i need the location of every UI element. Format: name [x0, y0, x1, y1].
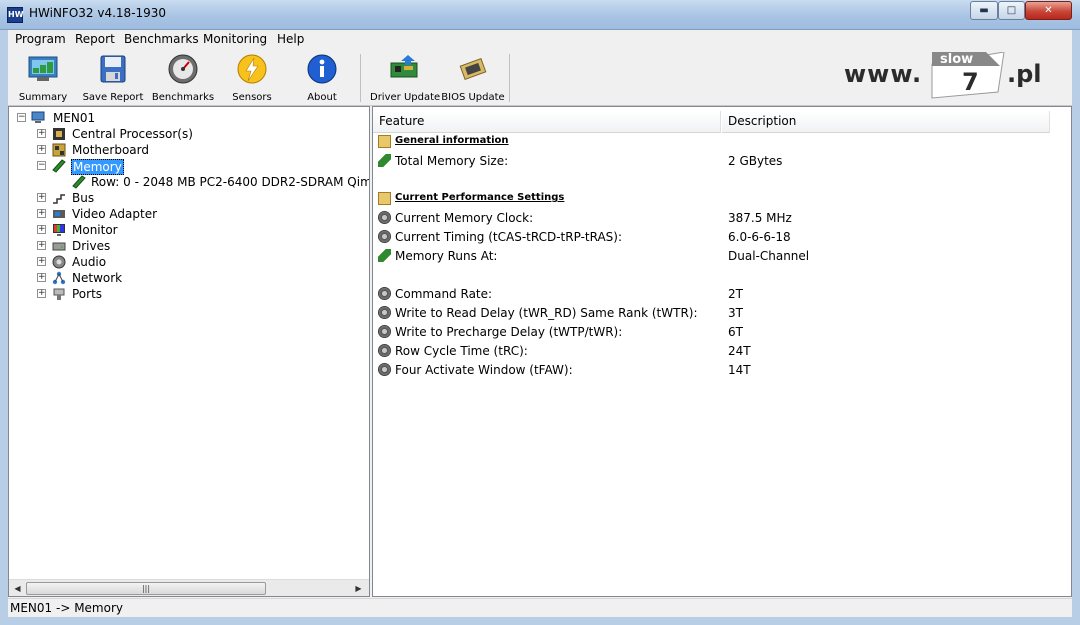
slow7-logo: www. slow 7 .pl	[844, 52, 1042, 99]
ports-icon	[53, 288, 65, 300]
network-icon	[52, 271, 66, 285]
tree-item-drives[interactable]: + Drives	[35, 238, 365, 254]
tree-item-network[interactable]: + Network	[35, 270, 365, 286]
save-icon	[97, 53, 129, 85]
expand-icon[interactable]: +	[37, 225, 46, 234]
gear-icon	[378, 344, 391, 357]
expand-icon[interactable]: +	[37, 257, 46, 266]
info-icon	[306, 53, 338, 85]
speedometer-icon	[167, 53, 199, 85]
gear-icon	[378, 230, 391, 243]
toolbar-separator	[360, 54, 361, 102]
summary-button[interactable]: Summary	[14, 52, 72, 104]
motherboard-icon	[52, 143, 66, 157]
gear-icon	[378, 306, 391, 319]
detail-row[interactable]: Current Memory Clock: 387.5 MHz	[373, 209, 1063, 228]
tree-item-cpu[interactable]: + Central Processor(s)	[35, 126, 365, 142]
toolbar: Summary Save Report Benchmarks Sensors A…	[0, 50, 1080, 106]
gear-icon	[378, 363, 391, 376]
scroll-right-icon[interactable]: ▶	[351, 582, 366, 595]
svg-text:slow: slow	[940, 52, 973, 67]
sensors-button[interactable]: Sensors	[223, 52, 281, 104]
tree-item-memory-label: Memory	[71, 159, 124, 175]
detail-row[interactable]: Current Timing (tCAS-tRCD-tRP-tRAS): 6.0…	[373, 228, 1063, 247]
tree-item-ports[interactable]: + Ports	[35, 286, 365, 302]
detail-row[interactable]: Four Activate Window (tFAW): 14T	[373, 361, 1063, 380]
lightning-icon	[236, 53, 268, 85]
note-icon	[378, 135, 391, 148]
note-icon	[378, 192, 391, 205]
expand-icon[interactable]: +	[37, 209, 46, 218]
expand-icon[interactable]: +	[37, 241, 46, 250]
menu-benchmarks[interactable]: Benchmarks	[124, 32, 199, 46]
collapse-icon[interactable]: −	[37, 161, 46, 170]
device-tree[interactable]: − MEN01 + Central Processor(s) + Motherb…	[8, 106, 370, 597]
driver-update-icon	[388, 53, 420, 85]
collapse-icon[interactable]: −	[17, 113, 26, 122]
benchmarks-button[interactable]: Benchmarks	[150, 52, 216, 104]
close-button[interactable]: ✕	[1025, 1, 1072, 20]
cpu-icon	[53, 128, 65, 140]
drives-icon	[52, 242, 66, 251]
detail-row[interactable]: Write to Read Delay (tWR_RD) Same Rank (…	[373, 304, 1063, 323]
menu-report[interactable]: Report	[75, 32, 115, 46]
tree-item-memory-row[interactable]: Row: 0 - 2048 MB PC2-6400 DDR2-SDRAM Qim…	[69, 174, 369, 190]
menu-bar: Program Report Benchmarks Monitoring Hel…	[0, 30, 1080, 50]
expand-icon[interactable]: +	[37, 129, 46, 138]
memory-icon	[378, 249, 391, 262]
tree-item-memory[interactable]: − Memory	[35, 158, 365, 175]
section-general-information[interactable]: General information	[373, 133, 1063, 152]
scroll-left-icon[interactable]: ◀	[10, 582, 25, 595]
expand-icon[interactable]: +	[37, 273, 46, 282]
audio-icon	[52, 255, 66, 269]
expand-icon[interactable]: +	[37, 193, 46, 202]
maximize-button[interactable]: □	[998, 1, 1025, 20]
tree-item-audio[interactable]: + Audio	[35, 254, 365, 270]
bus-icon	[53, 194, 65, 204]
video-adapter-icon	[53, 210, 65, 218]
tree-item-monitor[interactable]: + Monitor	[35, 222, 365, 238]
detail-row[interactable]: Total Memory Size: 2 GBytes	[373, 152, 1063, 171]
summary-icon	[27, 53, 59, 85]
section-current-performance-settings[interactable]: Current Performance Settings	[373, 190, 1063, 209]
gear-icon	[378, 325, 391, 338]
column-header-description[interactable]: Description	[722, 111, 1050, 133]
memory-module-icon	[72, 175, 86, 189]
detail-row[interactable]: Memory Runs At: Dual-Channel	[373, 247, 1063, 266]
tree-horizontal-scrollbar[interactable]: ◀ ||| ▶	[9, 579, 369, 596]
tree-item-motherboard[interactable]: + Motherboard	[35, 142, 365, 158]
bios-update-button[interactable]: BIOS Update	[440, 52, 506, 104]
detail-row[interactable]: Row Cycle Time (tRC): 24T	[373, 342, 1063, 361]
memory-icon	[378, 154, 391, 167]
menu-program[interactable]: Program	[15, 32, 66, 46]
tree-item-video-adapter[interactable]: + Video Adapter	[35, 206, 365, 222]
driver-update-button[interactable]: Driver Update	[370, 52, 440, 104]
menu-monitoring[interactable]: Monitoring	[203, 32, 267, 46]
tree-root[interactable]: − MEN01	[15, 110, 355, 126]
detail-row[interactable]: Command Rate: 2T	[373, 285, 1063, 304]
about-button[interactable]: About	[293, 52, 351, 104]
tree-item-bus[interactable]: + Bus	[35, 190, 365, 206]
expand-icon[interactable]: +	[37, 289, 46, 298]
computer-icon	[31, 111, 45, 123]
memory-icon	[52, 159, 66, 173]
scroll-thumb[interactable]: |||	[26, 582, 266, 595]
monitor-icon	[53, 224, 65, 236]
menu-help[interactable]: Help	[277, 32, 304, 46]
svg-text:7: 7	[962, 68, 979, 96]
bios-chip-icon	[457, 53, 489, 85]
gear-icon	[378, 211, 391, 224]
column-header-feature[interactable]: Feature	[373, 111, 721, 133]
gear-icon	[378, 287, 391, 300]
detail-row[interactable]: Write to Precharge Delay (tWTP/tWR): 6T	[373, 323, 1063, 342]
details-list[interactable]: Feature Description General information …	[372, 106, 1072, 597]
window-title: HWiNFO32 v4.18-1930	[29, 6, 167, 20]
status-bar: MEN01 -> Memory	[8, 598, 1072, 617]
minimize-button[interactable]: ▬	[970, 1, 998, 20]
save-report-button[interactable]: Save Report	[78, 52, 148, 104]
app-icon[interactable]: HW	[7, 7, 24, 23]
title-bar[interactable]: HW HWiNFO32 v4.18-1930 ▬ □ ✕	[0, 0, 1080, 30]
expand-icon[interactable]: +	[37, 145, 46, 154]
toolbar-separator	[509, 54, 510, 102]
